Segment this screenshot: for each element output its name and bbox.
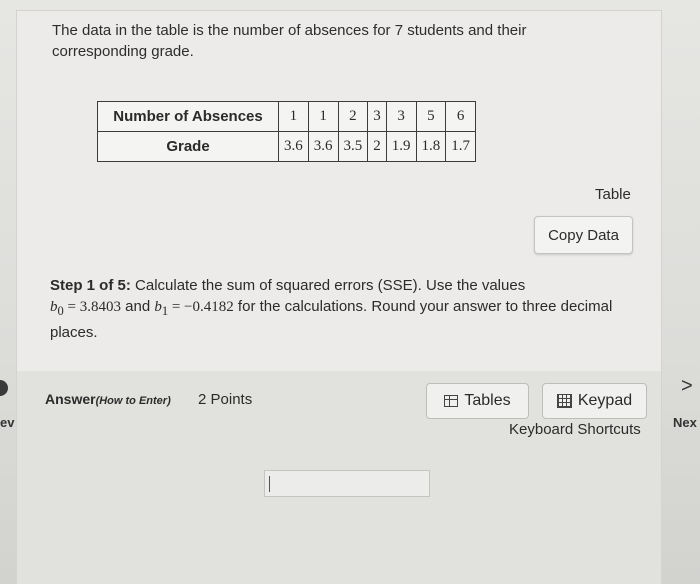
answer-heading: Answer(How to Enter) (45, 391, 171, 407)
how-to-enter-link[interactable]: (How to Enter) (96, 395, 171, 407)
step-label: Step 1 of 5: (50, 277, 131, 294)
row-header-grade: Grade (97, 131, 279, 162)
table-icon (444, 395, 459, 407)
prev-icon[interactable] (0, 380, 8, 396)
text-caret (269, 476, 270, 492)
points-label: 2 Points (198, 391, 253, 408)
b0-value: = 3.8403 (63, 299, 121, 315)
tables-button[interactable]: Tables (426, 383, 529, 419)
table-cell: 3.6 (278, 131, 309, 162)
row-header-absences: Number of Absences (97, 101, 279, 132)
table-cell: 2 (337, 101, 369, 132)
data-table: Number of Absences 1 1 2 3 3 5 6 Grade 3… (97, 101, 476, 162)
table-cell: 6 (445, 101, 476, 132)
screen: The data in the table is the number of a… (0, 0, 700, 584)
table-cell: 3 (367, 101, 387, 132)
step-text: Calculate the sum of squared errors (SSE… (130, 277, 526, 294)
table-cell: 1.9 (385, 131, 417, 162)
table-cell: 1.7 (445, 131, 476, 162)
table-cell: 1 (307, 101, 339, 132)
keypad-button[interactable]: Keypad (542, 383, 647, 419)
keypad-button-label: Keypad (577, 392, 633, 409)
b1-symbol: b (154, 299, 162, 315)
table-cell: 5 (415, 101, 447, 132)
b0-symbol: b (50, 299, 58, 315)
answer-input[interactable] (264, 470, 430, 497)
table-cell: 2 (367, 131, 387, 162)
table-link[interactable]: Table (595, 186, 631, 203)
table-cell: 3.5 (337, 131, 369, 162)
copy-data-button[interactable]: Copy Data (534, 216, 633, 254)
table-cell: 3 (385, 101, 417, 132)
question-intro: The data in the table is the number of a… (52, 22, 527, 60)
b1-value: = −0.4182 (168, 299, 234, 315)
table-cell: 1 (278, 101, 309, 132)
table-row: Grade 3.6 3.6 3.5 2 1.9 1.8 1.7 (97, 131, 476, 162)
table-row: Number of Absences 1 1 2 3 3 5 6 (97, 101, 476, 132)
prev-button[interactable]: ev (0, 415, 14, 430)
answer-label: Answer (45, 391, 96, 407)
table-cell: 1.8 (415, 131, 447, 162)
next-button[interactable]: Nex (673, 415, 697, 430)
table-cell: 3.6 (307, 131, 339, 162)
step-instructions: Step 1 of 5: Calculate the sum of square… (50, 275, 640, 343)
and-text: and (120, 298, 155, 315)
chevron-right-icon[interactable]: > (681, 375, 693, 398)
tables-button-label: Tables (464, 392, 511, 409)
keypad-icon (556, 394, 572, 408)
keyboard-shortcuts-link[interactable]: Keyboard Shortcuts (509, 421, 641, 438)
